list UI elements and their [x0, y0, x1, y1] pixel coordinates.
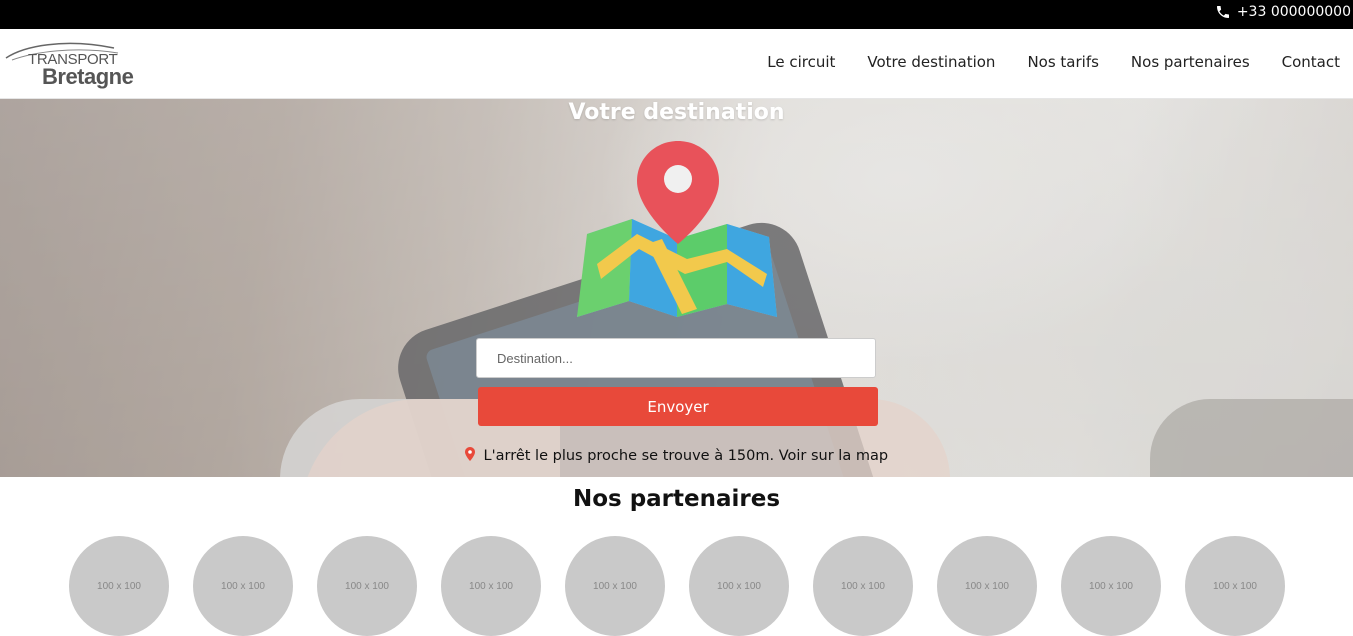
nav-contact[interactable]: Contact — [1282, 53, 1340, 71]
partner-logo[interactable]: 100 x 100 — [441, 536, 541, 636]
partner-logo[interactable]: 100 x 100 — [689, 536, 789, 636]
send-button[interactable]: Envoyer — [478, 387, 878, 426]
nav-nos-tarifs[interactable]: Nos tarifs — [1027, 53, 1098, 71]
logo[interactable]: TRANSPORT Bretagne — [4, 34, 154, 94]
top-bar: +33 000000000 — [0, 0, 1353, 29]
partner-logo[interactable]: 100 x 100 — [1061, 536, 1161, 636]
partners-title: Nos partenaires — [572, 486, 781, 512]
partners-list: 100 x 100 100 x 100 100 x 100 100 x 100 … — [69, 536, 1285, 636]
nav-votre-destination[interactable]: Votre destination — [867, 53, 995, 71]
nearest-stop-info[interactable]: L'arrêt le plus proche se trouve à 150m.… — [0, 447, 1353, 464]
hero-section: Votre destination Envoyer L'arrêt le plu… — [0, 99, 1353, 477]
partner-logo[interactable]: 100 x 100 — [813, 536, 913, 636]
map-pin-icon — [577, 141, 777, 317]
main-nav: Le circuit Votre destination Nos tarifs … — [767, 53, 1340, 71]
partner-logo[interactable]: 100 x 100 — [937, 536, 1037, 636]
partner-logo[interactable]: 100 x 100 — [565, 536, 665, 636]
partner-logo[interactable]: 100 x 100 — [317, 536, 417, 636]
partner-logo[interactable]: 100 x 100 — [1185, 536, 1285, 636]
destination-input[interactable] — [476, 338, 876, 378]
location-marker-icon — [464, 447, 475, 461]
phone-contact[interactable]: +33 000000000 — [1215, 4, 1351, 20]
phone-number: +33 000000000 — [1236, 4, 1351, 20]
logo-line2: Bretagne — [42, 64, 134, 89]
hero-title: Votre destination — [568, 100, 785, 125]
nav-nos-partenaires[interactable]: Nos partenaires — [1131, 53, 1250, 71]
nearest-stop-text: L'arrêt le plus proche se trouve à 150m.… — [483, 448, 889, 464]
partner-logo[interactable]: 100 x 100 — [193, 536, 293, 636]
partner-logo[interactable]: 100 x 100 — [69, 536, 169, 636]
navbar: TRANSPORT Bretagne Le circuit Votre dest… — [0, 29, 1353, 99]
phone-icon — [1216, 6, 1229, 18]
nav-le-circuit[interactable]: Le circuit — [767, 53, 835, 71]
